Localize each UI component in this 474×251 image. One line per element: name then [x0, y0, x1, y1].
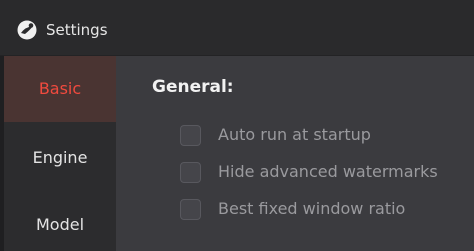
window-title: Settings: [46, 21, 108, 39]
option-hide-watermarks[interactable]: Hide advanced watermarks: [180, 160, 438, 184]
checkbox-unchecked-icon[interactable]: [180, 124, 201, 146]
app-logo-icon: [17, 20, 37, 40]
option-label: Best fixed window ratio: [218, 199, 406, 218]
section-title: General:: [152, 77, 234, 97]
option-label: Hide advanced watermarks: [218, 162, 438, 181]
option-auto-run[interactable]: Auto run at startup: [180, 123, 371, 147]
sidebar-item-engine[interactable]: Engine: [4, 125, 116, 191]
option-best-window-ratio[interactable]: Best fixed window ratio: [180, 197, 405, 221]
option-label: Auto run at startup: [218, 125, 371, 144]
title-bar[interactable]: Settings: [0, 0, 474, 56]
checkbox-unchecked-icon[interactable]: [180, 198, 201, 220]
settings-window: Settings Basic Engine Model General: Aut…: [0, 0, 474, 251]
sidebar-item-basic[interactable]: Basic: [4, 56, 116, 122]
sidebar-item-model[interactable]: Model: [4, 192, 116, 251]
checkbox-unchecked-icon[interactable]: [180, 161, 201, 183]
